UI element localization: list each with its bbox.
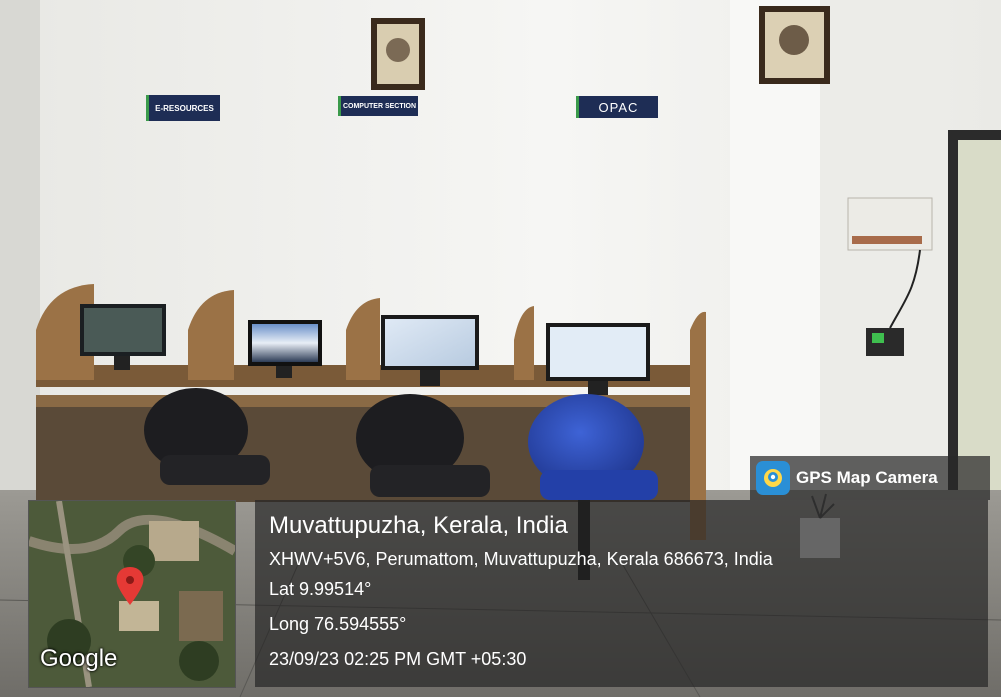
- gps-app-name: GPS Map Camera: [796, 468, 938, 487]
- monitor-3-screen: [385, 319, 475, 366]
- gps-camera-icon: [756, 461, 790, 495]
- switch-strip: [852, 236, 922, 244]
- longitude: Long 76.594555°: [269, 614, 407, 634]
- monitor-4-screen: [550, 327, 646, 377]
- portrait-right-face: [779, 25, 809, 55]
- monitor-1-screen: [84, 308, 162, 352]
- latitude: Lat 9.99514°: [269, 579, 372, 599]
- chair-black-2-seat: [370, 465, 490, 497]
- monitor-4-stand: [588, 381, 608, 395]
- location-place: Muvattupuzha, Kerala, India: [269, 512, 568, 539]
- monitor-1-stand: [114, 356, 130, 370]
- biometric-screen: [872, 333, 884, 343]
- gps-info-panel: Muvattupuzha, Kerala, India XHWV+5V6, Pe…: [255, 500, 988, 687]
- monitor-2-stand: [276, 366, 292, 378]
- portrait-left-face: [386, 38, 410, 62]
- gps-app-badge: GPS Map Camera: [750, 456, 990, 500]
- monitor-3-stand: [420, 370, 440, 386]
- sign-e-resources: E-RESOURCES: [146, 95, 220, 121]
- monitor-2-screen: [252, 324, 318, 362]
- biometric-device: [866, 328, 904, 356]
- chair-blue-seat: [540, 470, 658, 500]
- timestamp: 23/09/23 02:25 PM GMT +05:30: [269, 649, 527, 669]
- sign-computer-section: COMPUTER SECTION: [338, 96, 418, 116]
- sign-opac: OPAC: [576, 96, 658, 118]
- left-wall: [0, 0, 40, 520]
- location-address: XHWV+5V6, Perumattom, Muvattupuzha, Kera…: [269, 549, 773, 569]
- chair-black-1-seat: [160, 455, 270, 485]
- google-map-label: Google: [40, 645, 118, 672]
